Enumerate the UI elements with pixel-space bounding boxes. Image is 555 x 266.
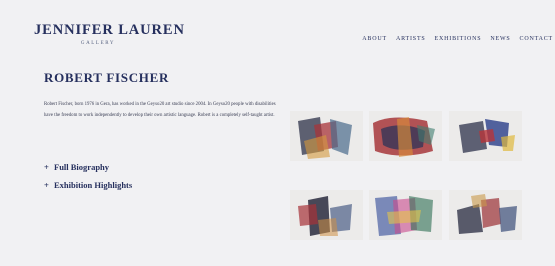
artwork-thumbnail-4[interactable] bbox=[290, 190, 363, 240]
nav-news[interactable]: NEWS bbox=[490, 36, 510, 42]
plus-icon: + bbox=[44, 162, 49, 172]
artwork-image bbox=[290, 111, 363, 161]
artist-bio: Robert Fischer, born 1976 in Gera, has w… bbox=[44, 102, 276, 118]
artwork-thumbnail-1[interactable] bbox=[290, 111, 363, 161]
plus-icon: + bbox=[44, 180, 49, 190]
artwork-thumbnail-3[interactable] bbox=[449, 111, 522, 161]
artwork-thumbnail-2[interactable] bbox=[369, 111, 442, 161]
artwork-image bbox=[369, 111, 442, 161]
artwork-image bbox=[290, 190, 363, 240]
main-nav: ABOUT ARTISTS EXHIBITIONS NEWS CONTACT bbox=[362, 36, 553, 42]
artwork-image bbox=[369, 190, 442, 240]
full-biography-toggle[interactable]: + Full Biography bbox=[44, 162, 109, 172]
nav-exhibitions[interactable]: EXHIBITIONS bbox=[435, 36, 482, 42]
gallery-logo[interactable]: JENNIFER LAUREN GALLERY bbox=[34, 22, 185, 46]
gallery-name: JENNIFER LAUREN bbox=[34, 22, 185, 38]
artwork-thumbnail-6[interactable] bbox=[449, 190, 522, 240]
artwork-image bbox=[449, 111, 522, 161]
exhibition-highlights-toggle[interactable]: + Exhibition Highlights bbox=[44, 180, 132, 190]
nav-artists[interactable]: ARTISTS bbox=[396, 36, 426, 42]
full-biography-label: Full Biography bbox=[54, 162, 110, 172]
nav-contact[interactable]: CONTACT bbox=[520, 36, 553, 42]
artwork-thumbnail-5[interactable] bbox=[369, 190, 442, 240]
artist-name: ROBERT FISCHER bbox=[44, 70, 170, 85]
artwork-image bbox=[449, 190, 522, 240]
exhibition-highlights-label: Exhibition Highlights bbox=[54, 180, 133, 190]
nav-about[interactable]: ABOUT bbox=[362, 36, 387, 42]
gallery-subtitle: GALLERY bbox=[80, 41, 116, 46]
